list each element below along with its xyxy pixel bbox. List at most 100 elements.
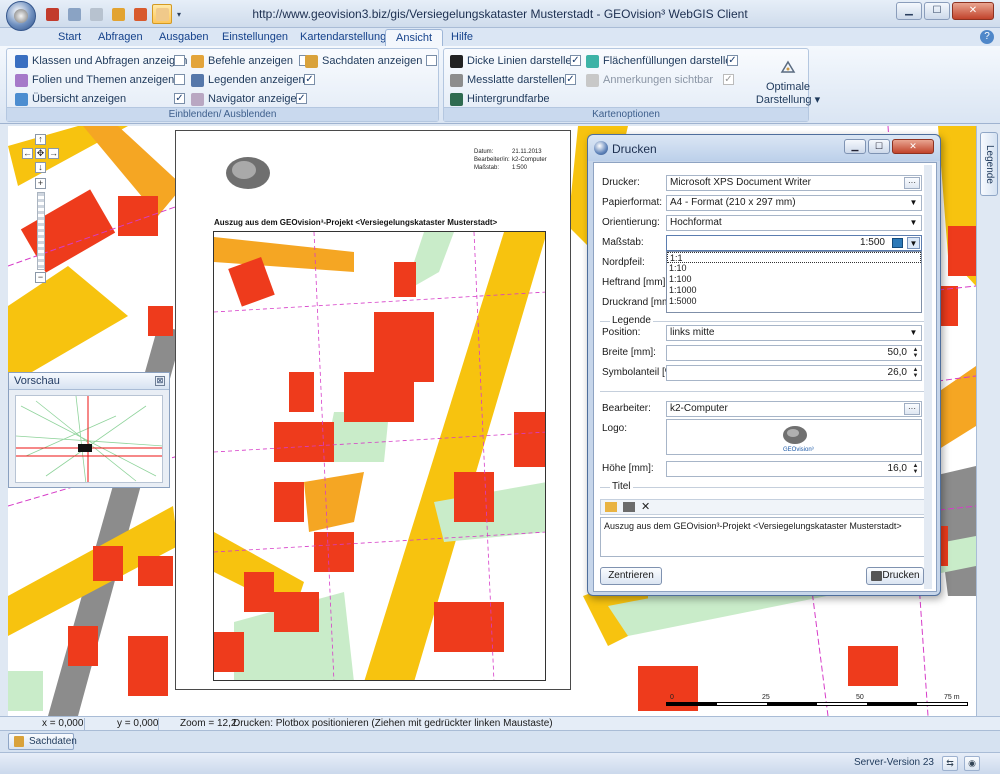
logo-preview[interactable]: GEOvision³ [666, 419, 922, 455]
spinner-arrows-icon[interactable]: ▲ ▼ [911, 367, 920, 379]
massstab-value: 1:500 [859, 237, 885, 248]
preview-map[interactable] [15, 395, 163, 483]
dialog-scrollbar[interactable] [924, 165, 932, 589]
sachdaten-tab[interactable]: Sachdaten [8, 733, 77, 750]
navigator-checkbox[interactable]: ✓ [296, 93, 307, 104]
pan-down-button[interactable]: ↓ [35, 162, 46, 173]
chevron-down-icon[interactable]: ▼ [907, 237, 920, 249]
orientierung-select[interactable]: Hochformat ▼ [666, 215, 922, 231]
flaechenfuellungen-checkbox[interactable]: ✓ [727, 55, 738, 66]
drucken-button-label: Drucken [882, 570, 920, 581]
pan-up-button[interactable]: ↑ [35, 134, 46, 145]
ribbon-item-sachdaten[interactable]: Sachdaten anzeigen [305, 53, 422, 69]
massstab-dropdown-list: 1:1 1:10 1:100 1:1000 1:5000 [666, 251, 922, 313]
ribbon-item-label: Anmerkungen sichtbar [603, 74, 714, 86]
preview-close-icon[interactable]: ⊠ [155, 376, 165, 386]
zoom-slider[interactable] [37, 192, 45, 270]
status-bar: x = 0,000 y = 0,000 Zoom = 12,2 Drucken:… [0, 716, 1000, 730]
scale-option[interactable]: 1:1 [667, 252, 921, 263]
zoom-in-button[interactable]: + [35, 178, 46, 189]
tab-start[interactable]: Start [48, 29, 91, 46]
ribbon-item-legenden[interactable]: Legenden anzeigen [191, 72, 305, 88]
drucken-button[interactable]: Drucken [866, 567, 924, 585]
bearbeiter-field[interactable]: k2-Computer ··· [666, 401, 922, 417]
legenden-checkbox[interactable]: ✓ [304, 74, 315, 85]
help-icon[interactable]: ? [980, 30, 994, 44]
close-button[interactable]: ✕ [952, 2, 994, 20]
drucker-label: Drucker: [602, 177, 640, 188]
delete-icon[interactable]: ✕ [641, 502, 650, 513]
titel-textarea[interactable]: Auszug aus dem GEOvision³-Projekt <Versi… [600, 517, 926, 557]
minimize-button[interactable]: ▁ [896, 2, 922, 20]
dialog-close-button[interactable]: ✕ [892, 139, 934, 154]
scale-option[interactable]: 1:10 [667, 263, 921, 274]
papierformat-select[interactable]: A4 - Format (210 x 297 mm) ▼ [666, 195, 922, 211]
titel-toolbar: ✕ [600, 499, 926, 515]
chevron-down-icon: ▼ [909, 328, 918, 337]
calculator-icon[interactable] [892, 238, 903, 248]
dialog-maximize-button[interactable]: ☐ [868, 139, 890, 154]
tab-einstellungen[interactable]: Einstellungen [212, 29, 298, 46]
preview-header: Vorschau ⊠ [9, 373, 169, 390]
zoom-out-button[interactable]: − [35, 272, 46, 283]
open-folder-icon[interactable] [605, 502, 617, 512]
scale-option[interactable]: 1:100 [667, 274, 921, 285]
maximize-button[interactable]: ☐ [924, 2, 950, 20]
network-icon[interactable]: ⇆ [942, 756, 958, 771]
spinner-arrows-icon[interactable]: ▲ ▼ [911, 347, 920, 359]
pan-left-button[interactable]: ← [22, 148, 33, 159]
sheet-map [213, 231, 546, 681]
print-preview-sheet[interactable]: Datum: 21.11.2013 Bearbeiter/in: k2-Comp… [175, 130, 571, 690]
tab-ausgaben[interactable]: Ausgaben [149, 29, 219, 46]
ribbon-item-befehle[interactable]: Befehle anzeigen [191, 53, 293, 69]
position-select[interactable]: links mitte ▼ [666, 325, 922, 341]
ribbon-item-klassen[interactable]: Klassen und Abfragen anzeigen [15, 53, 187, 69]
spinner-arrows-icon[interactable]: ▲ ▼ [911, 463, 920, 475]
bearbeiter-browse-button[interactable]: ··· [904, 403, 920, 415]
tab-hilfe[interactable]: Hilfe [441, 29, 483, 46]
pan-center-button[interactable]: ✥ [35, 148, 46, 159]
folien-checkbox[interactable] [174, 74, 185, 85]
symbolanteil-spinner[interactable]: 26,0 ▲ ▼ [666, 365, 922, 381]
app-logo-icon [14, 9, 28, 23]
drucker-field[interactable]: Microsoft XPS Document Writer ··· [666, 175, 922, 191]
orientierung-value: Hochformat [670, 217, 722, 228]
ribbon-item-messlatte[interactable]: Messlatte darstellen [450, 72, 565, 88]
copy-icon[interactable] [623, 502, 635, 512]
sheet-meta-value: k2-Computer [512, 157, 547, 163]
uebersicht-checkbox[interactable]: ✓ [174, 93, 185, 104]
preview-panel: Vorschau ⊠ [8, 372, 170, 488]
breite-spinner[interactable]: 50,0 ▲ ▼ [666, 345, 922, 361]
zentrieren-button[interactable]: Zentrieren [600, 567, 662, 585]
messlatte-checkbox[interactable]: ✓ [565, 74, 576, 85]
massstab-combobox[interactable]: 1:500 ▼ [666, 235, 922, 251]
ribbon-item-uebersicht[interactable]: Übersicht anzeigen [15, 91, 126, 107]
scale-option[interactable]: 1:1000 [667, 285, 921, 296]
ruler-icon [450, 73, 463, 87]
pan-right-button[interactable]: → [48, 148, 59, 159]
drucker-browse-button[interactable]: ··· [904, 177, 920, 189]
tab-ansicht[interactable]: Ansicht [385, 29, 444, 46]
dialog-minimize-button[interactable]: ▁ [844, 139, 866, 154]
ribbon-item-dicke-linien[interactable]: Dicke Linien darstellen [450, 53, 578, 69]
connection-status-icon[interactable]: ◉ [964, 756, 980, 771]
sachdaten-checkbox[interactable] [426, 55, 437, 66]
app-menu-button[interactable] [6, 1, 36, 31]
layers-icon [15, 73, 28, 87]
ribbon-item-folien[interactable]: Folien und Themen anzeigen [15, 72, 174, 88]
printer-icon [871, 571, 882, 581]
legend-tab[interactable]: Legende [980, 132, 998, 196]
hoehe-spinner[interactable]: 16,0 ▲ ▼ [666, 461, 922, 477]
klassen-checkbox[interactable] [174, 55, 185, 66]
ribbon-item-label: Legenden anzeigen [208, 74, 305, 86]
annotation-icon [586, 73, 599, 87]
ribbon-item-flaechenfuellungen[interactable]: Flächenfüllungen darstellen [586, 53, 738, 69]
ribbon-item-navigator[interactable]: Navigator anzeigen [191, 91, 303, 107]
tab-kartendarstellung[interactable]: Kartendarstellung [290, 29, 396, 46]
optimal-display-button[interactable]: Optimale Darstellung ▾ [748, 53, 828, 107]
tab-abfragen[interactable]: Abfragen [88, 29, 153, 46]
ribbon-item-label: Klassen und Abfragen anzeigen [32, 55, 188, 67]
scale-option[interactable]: 1:5000 [667, 296, 921, 307]
dicke-linien-checkbox[interactable]: ✓ [570, 55, 581, 66]
ribbon-item-hintergrundfarbe[interactable]: Hintergrundfarbe [450, 91, 550, 107]
